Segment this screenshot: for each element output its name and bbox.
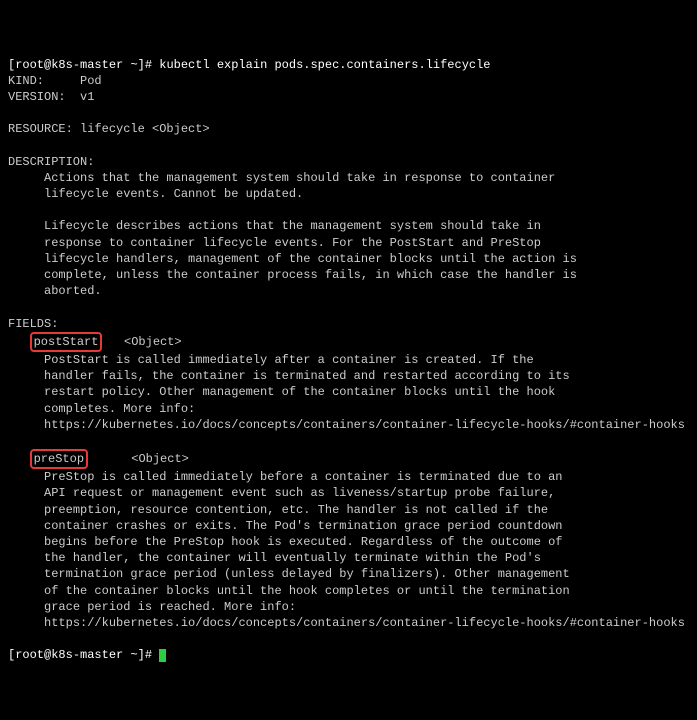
cursor xyxy=(159,649,166,662)
field-prestop-type: <Object> xyxy=(88,452,189,466)
command-text[interactable]: kubectl explain pods.spec.containers.lif… xyxy=(152,58,490,72)
prompt-line: [root@k8s-master ~]# kubectl explain pod… xyxy=(8,58,491,72)
description-header: DESCRIPTION: xyxy=(8,155,94,169)
prompt-userhost: root@k8s-master xyxy=(15,58,123,72)
version-line: VERSION: v1 xyxy=(8,90,94,104)
fields-header: FIELDS: xyxy=(8,317,58,331)
field-prestop-name: preStop xyxy=(30,449,88,469)
description-para2: Lifecycle describes actions that the man… xyxy=(8,219,577,298)
field-poststart-desc: PostStart is called immediately after a … xyxy=(8,353,685,432)
field-prestop-desc: PreStop is called immediately before a c… xyxy=(8,470,685,630)
field-poststart-type: <Object> xyxy=(102,335,181,349)
kind-line: KIND: Pod xyxy=(8,74,102,88)
prompt-path: ~ xyxy=(130,58,137,72)
description-para1: Actions that the management system shoul… xyxy=(8,171,555,201)
resource-line: RESOURCE: lifecycle <Object> xyxy=(8,122,210,136)
prompt-line-2: [root@k8s-master ~]# xyxy=(8,648,159,662)
field-poststart-name: postStart xyxy=(30,332,103,352)
prompt-close: ]# xyxy=(138,58,152,72)
